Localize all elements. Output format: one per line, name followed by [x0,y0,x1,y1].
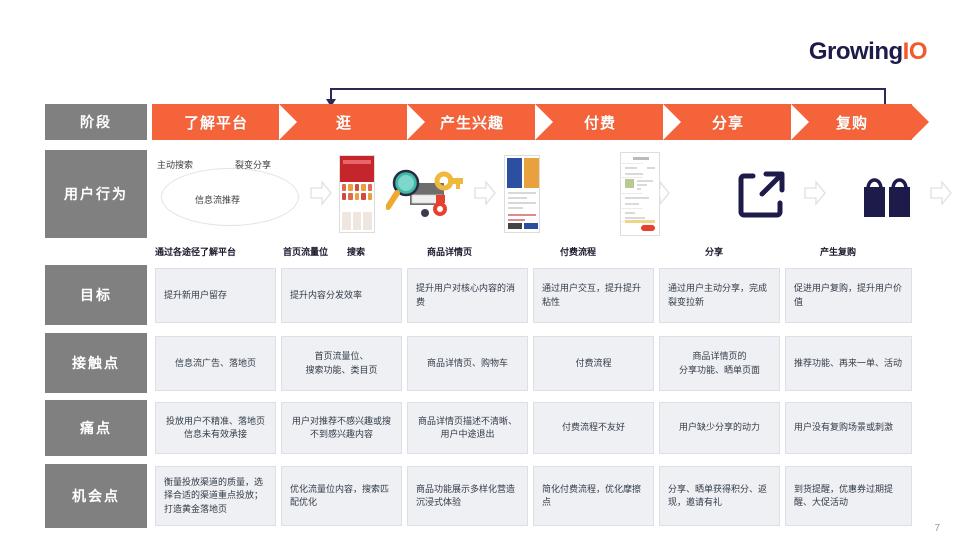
share-external-link-icon [738,171,785,218]
goal-cell-0: 提升新用户留存 [155,268,276,323]
stage-label-2: 产生兴趣 [439,114,504,132]
stage-label-5: 复购 [835,114,868,132]
bubble-text-1: 主动搜索 [157,160,194,170]
flow-arrow-icon-1 [310,180,332,206]
bubble-text-2: 裂变分享 [235,160,272,170]
behaviour-caption-3: 商品详情页 [427,247,473,257]
stage-label-0: 了解平台 [183,114,248,132]
behaviour-caption-2: 搜索 [347,247,366,257]
opportunity-cell-2: 商品功能展示多样化营造沉浸式体验 [407,466,528,526]
row-label-opportunity: 机会点 [45,464,147,528]
stage-ribbon: 了解平台 逛 产生兴趣 付费 分享 复购 [152,104,929,140]
touchpoint-cell-2: 商品详情页、购物车 [407,336,528,391]
row-label-opportunity-text: 机会点 [72,488,120,504]
opportunity-cell-0: 衡量投放渠道的质量，选择合适的渠道重点投放；打造黄金落地页 [155,466,276,526]
behaviour-row: 主动搜索 裂变分享 信息流推荐 [152,150,952,238]
goal-cell-3: 通过用户交互，提升提升粘性 [533,268,654,323]
row-label-goal: 目标 [45,265,147,325]
stage-chevron-2[interactable]: 产生兴趣 [407,104,553,140]
touchpoint-cell-0: 信息流广告、落地页 [155,336,276,391]
stage-label-3: 付费 [583,114,616,132]
row-label-stage: 阶段 [45,104,147,140]
phone-icon-grid [342,184,372,210]
loop-arrow-top-line [330,88,886,90]
phone-bottom-cards [342,212,372,230]
row-label-behaviour: 用户行为 [45,150,147,238]
row-label-goal-text: 目标 [80,287,112,303]
painpoint-cell-4: 用户缺少分享的动力 [659,402,780,454]
stage-chevron-5[interactable]: 复购 [791,104,929,140]
touchpoint-cell-4: 商品详情页的 分享功能、晒单页面 [659,336,780,391]
painpoint-cell-3: 付费流程不友好 [533,402,654,454]
behaviour-cell-repurchase [807,150,960,238]
product-buy-button [524,223,538,229]
behaviour-caption-5: 分享 [705,247,724,257]
goal-cell-1: 提升内容分发效率 [281,268,402,323]
phone-product-detail-mock-icon [504,155,540,233]
behaviour-caption-1: 首页流量位 [283,247,329,257]
stage-label-1: 逛 [335,114,352,132]
row-label-touchpoint-text: 接触点 [72,355,120,371]
behaviour-bubble-icon: 主动搜索 裂变分享 信息流推荐 [155,158,305,230]
painpoint-cell-1: 用户对推荐不感兴趣或搜不到感兴趣内容 [281,402,402,454]
painpoint-cell-2: 商品详情页描述不清晰、用户中途退出 [407,402,528,454]
stage-chevron-4[interactable]: 分享 [663,104,809,140]
growingio-logo: GrowingIO [808,38,928,65]
page-number: 7 [934,523,940,534]
behaviour-caption-0: 通过各途径了解平台 [155,247,237,257]
behaviour-cell-homepage [334,150,380,238]
opportunity-cell-4: 分享、晒单获得积分、返现，邀请有礼 [659,466,780,526]
row-label-painpoint: 痛点 [45,400,147,456]
row-label-touchpoint: 接触点 [45,333,147,393]
phone-payment-flow-mock-icon [620,152,660,236]
stage-chevron-3[interactable]: 付费 [535,104,681,140]
product-image-2 [524,158,539,188]
opportunity-cell-5: 到货提醒，优惠券过期提醒、大促活动 [785,466,912,526]
goal-cell-2: 提升用户对核心内容的消费 [407,268,528,323]
painpoint-cell-5: 用户没有复购场景或刺激 [785,402,912,454]
opportunity-cell-1: 优化流量位内容，搜索匹配优化 [281,466,402,526]
phone-header [340,156,374,182]
row-label-behaviour-text: 用户行为 [64,186,128,202]
row-label-stage-text: 阶段 [80,114,112,130]
touchpoint-cell-1: 首页流量位、 搜索功能、类目页 [281,336,402,391]
shopping-bags-icon [864,178,910,217]
product-cart-button [508,223,522,229]
row-label-painpoint-text: 痛点 [80,420,112,436]
goal-cell-4: 通过用户主动分享，完成裂变拉新 [659,268,780,323]
opportunity-cell-3: 简化付费流程，优化摩擦点 [533,466,654,526]
product-image-1 [507,158,522,188]
painpoint-cell-0: 投放用户不精准、落地页信息未有效承接 [155,402,276,454]
logo-text-growing: Growing [808,38,903,65]
behaviour-cell-bubble: 主动搜索 裂变分享 信息流推荐 [152,150,308,238]
behaviour-caption-4: 付费流程 [560,247,597,257]
logo-text-io: IO [902,38,928,65]
bubble-text-3: 信息流推荐 [195,195,241,205]
touchpoint-cell-3: 付费流程 [533,336,654,391]
stage-chevron-0[interactable]: 了解平台 [152,104,297,140]
stage-label-4: 分享 [711,114,744,132]
phone-homepage-mock-icon [339,155,375,233]
touchpoint-cell-5: 推荐功能、再来一单、活动 [785,336,912,391]
goal-cell-5: 促进用户复购，提升用户价值 [785,268,912,323]
behaviour-caption-6: 产生复购 [820,247,857,257]
stage-chevron-1[interactable]: 逛 [279,104,425,140]
slide-canvas: GrowingIO 阶段 用户行为 目标 接触点 痛点 机会点 了解平台 逛 产… [0,0,960,540]
